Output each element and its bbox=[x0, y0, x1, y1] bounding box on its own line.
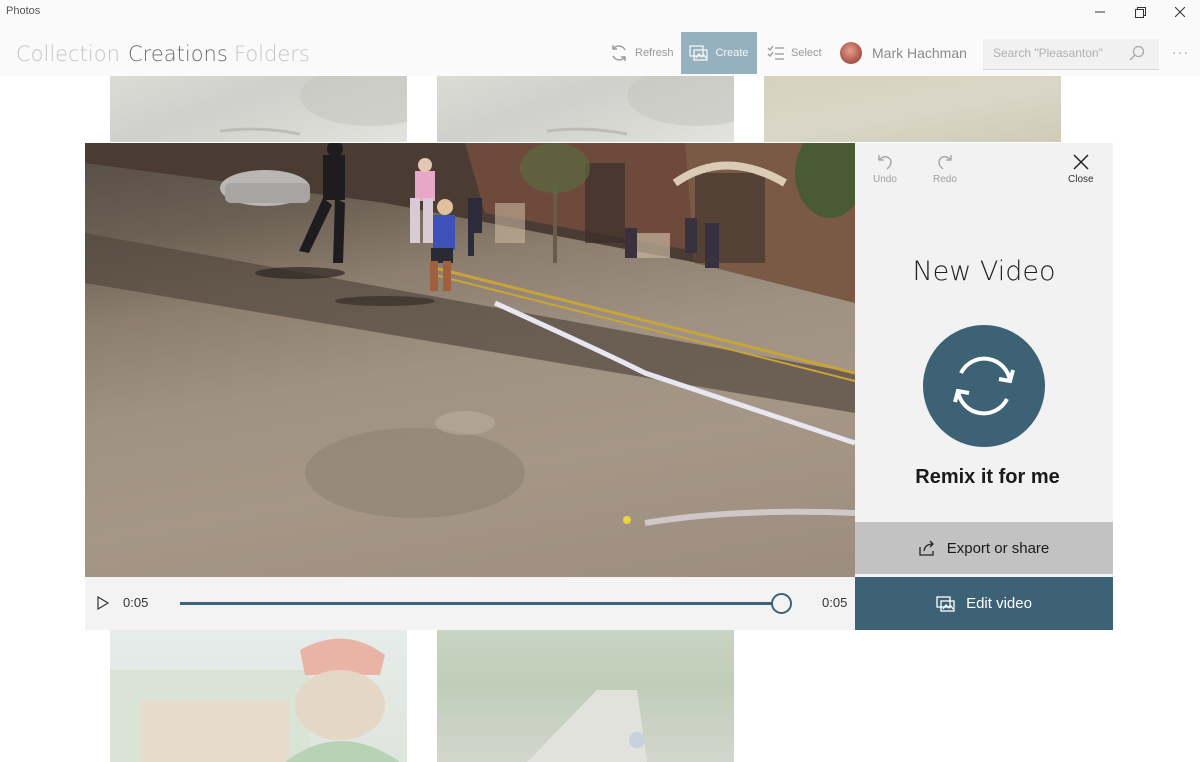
refresh-label: Refresh bbox=[635, 47, 674, 59]
user-name: Mark Hachman bbox=[872, 45, 967, 61]
search-input[interactable] bbox=[993, 46, 1123, 60]
restore-button[interactable] bbox=[1120, 0, 1160, 24]
edit-label: Edit video bbox=[966, 595, 1032, 612]
close-panel-button[interactable]: Close bbox=[1068, 153, 1094, 185]
select-list-icon bbox=[767, 45, 784, 60]
more-options-button[interactable]: ··· bbox=[1172, 44, 1189, 60]
creation-thumbnail[interactable] bbox=[110, 76, 407, 142]
create-button[interactable]: Create bbox=[681, 32, 757, 74]
minimize-button[interactable] bbox=[1080, 0, 1120, 24]
refresh-button[interactable]: Refresh bbox=[609, 32, 674, 74]
creation-thumbnail[interactable] bbox=[437, 76, 734, 142]
current-time: 0:05 bbox=[123, 595, 149, 610]
undo-icon bbox=[878, 155, 892, 170]
title-bar: Photos bbox=[0, 0, 1200, 24]
panel-title: New Video bbox=[912, 256, 1056, 287]
creation-thumbnail[interactable] bbox=[110, 630, 407, 762]
seek-handle[interactable] bbox=[771, 593, 792, 614]
redo-button[interactable]: Redo bbox=[933, 153, 957, 185]
create-icon bbox=[689, 45, 709, 61]
side-panel: Undo Redo Close New Video Remix it for m… bbox=[855, 143, 1113, 630]
refresh-icon bbox=[612, 45, 626, 61]
remix-refresh-icon bbox=[953, 356, 1015, 416]
duration: 0:05 bbox=[822, 595, 848, 610]
video-frame bbox=[85, 143, 855, 526]
close-icon bbox=[1073, 154, 1089, 170]
select-button[interactable]: Select bbox=[767, 32, 822, 74]
close-icon bbox=[1175, 7, 1185, 17]
share-icon bbox=[919, 540, 934, 556]
avatar bbox=[840, 42, 862, 64]
tab-creations[interactable]: Creations bbox=[128, 42, 228, 66]
edit-video-button[interactable]: Edit video bbox=[855, 577, 1113, 630]
video-editor-dialog: 0:05 0:05 Undo Redo Close New Video Remi… bbox=[85, 143, 1113, 630]
player-controls: 0:05 0:05 bbox=[85, 577, 855, 630]
remix-button[interactable] bbox=[923, 325, 1045, 447]
video-preview[interactable] bbox=[85, 143, 855, 577]
close-window-button[interactable] bbox=[1160, 0, 1200, 24]
thumbnail-image bbox=[110, 638, 400, 762]
remix-label[interactable]: Remix it for me bbox=[855, 466, 1120, 489]
user-account[interactable]: Mark Hachman bbox=[840, 42, 967, 64]
redo-icon bbox=[938, 155, 952, 170]
redo-label: Redo bbox=[933, 174, 957, 185]
undo-label: Undo bbox=[873, 174, 897, 185]
minimize-icon bbox=[1095, 11, 1105, 13]
app-title: Photos bbox=[6, 5, 41, 17]
creation-thumbnail[interactable] bbox=[437, 630, 734, 762]
tab-collection[interactable]: Collection bbox=[16, 42, 120, 66]
export-label: Export or share bbox=[946, 539, 1050, 557]
export-share-button[interactable]: Export or share bbox=[855, 522, 1113, 574]
restore-icon bbox=[1134, 6, 1146, 18]
thumbnail-image bbox=[527, 690, 647, 762]
close-label: Close bbox=[1068, 174, 1094, 185]
create-label: Create bbox=[715, 47, 749, 59]
creation-thumbnail[interactable] bbox=[764, 76, 1061, 142]
edit-video-icon bbox=[936, 595, 955, 612]
thumbnail-image bbox=[219, 76, 407, 136]
search-box[interactable] bbox=[983, 39, 1159, 70]
thumbnail-image bbox=[546, 76, 734, 136]
play-icon[interactable] bbox=[95, 595, 111, 611]
undo-button[interactable]: Undo bbox=[873, 153, 897, 185]
search-icon[interactable] bbox=[1129, 45, 1145, 61]
select-label: Select bbox=[791, 47, 822, 59]
seek-bar[interactable] bbox=[180, 602, 780, 605]
tab-folders[interactable]: Folders bbox=[234, 42, 310, 66]
